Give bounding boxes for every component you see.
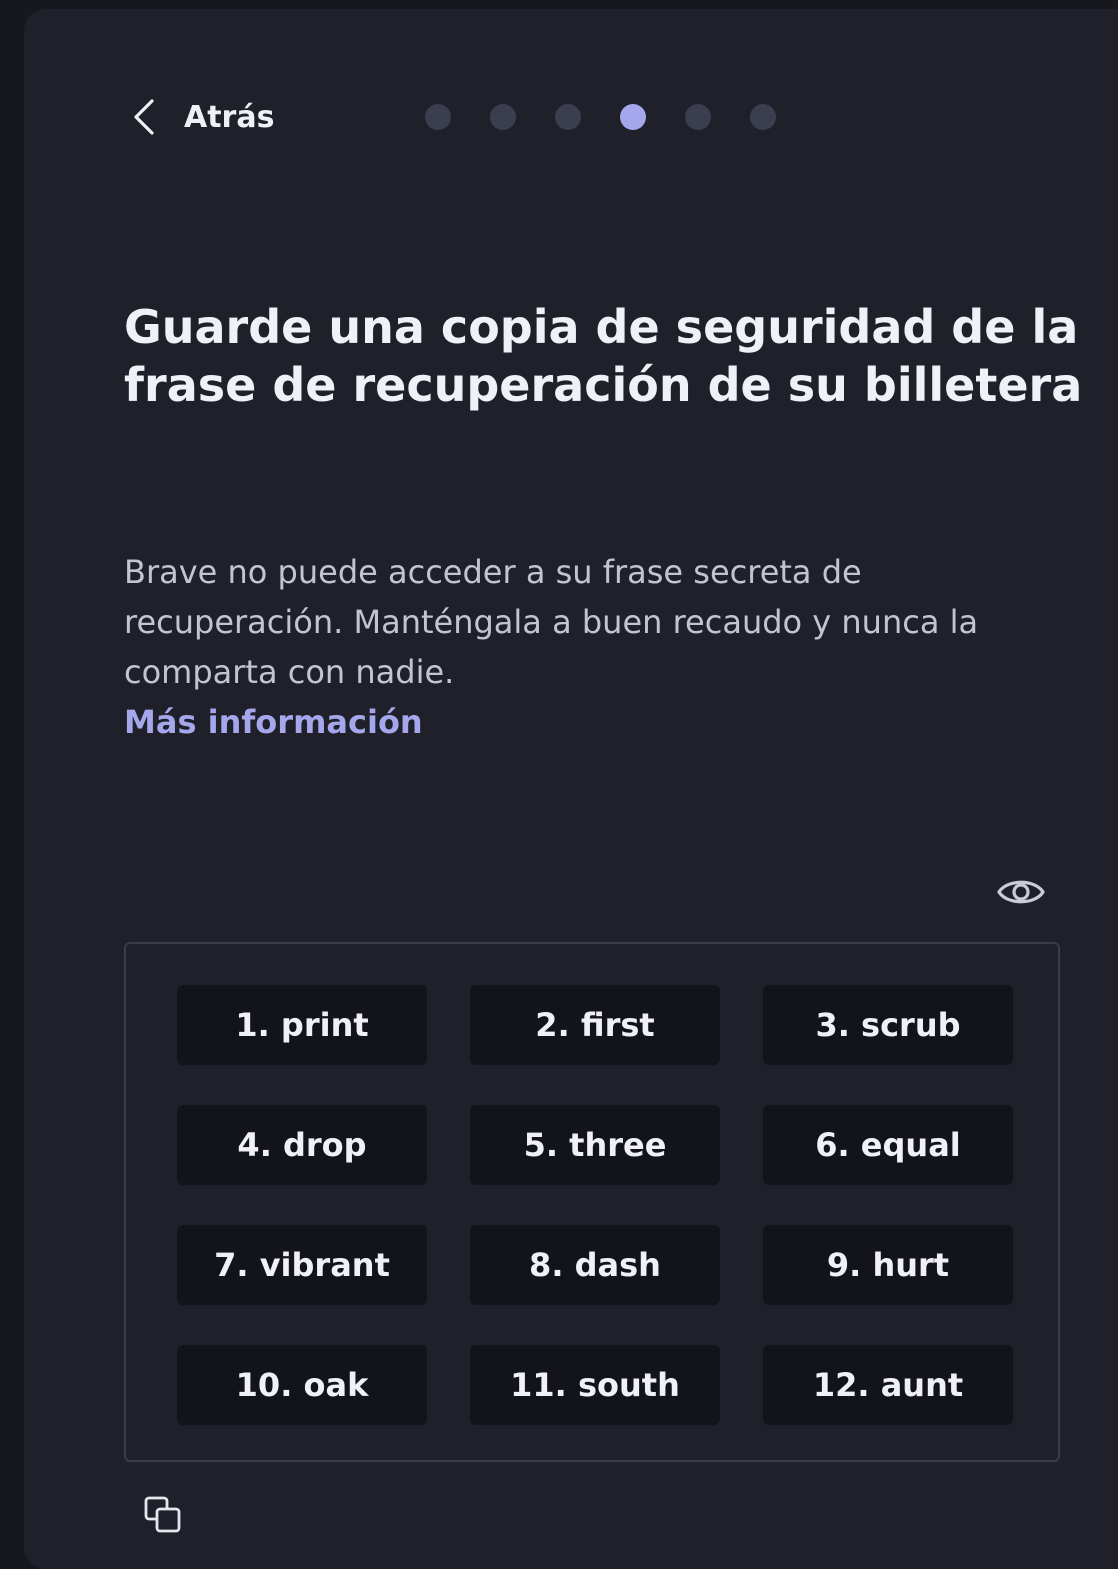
phrase-word-2: 2. first	[470, 985, 720, 1065]
step-dot-2	[490, 104, 516, 130]
step-dot-3	[555, 104, 581, 130]
phrase-word-8: 8. dash	[470, 1225, 720, 1305]
step-dot-4-active	[620, 104, 646, 130]
eye-icon[interactable]	[996, 870, 1046, 914]
phrase-word-5: 5. three	[470, 1105, 720, 1185]
phrase-word-1: 1. print	[177, 985, 427, 1065]
phrase-word-12: 12. aunt	[763, 1345, 1013, 1425]
phrase-word-11: 11. south	[470, 1345, 720, 1425]
chevron-left-icon	[130, 97, 158, 137]
page-title: Guarde una copia de seguridad de la fras…	[124, 300, 1083, 412]
phrase-word-9: 9. hurt	[763, 1225, 1013, 1305]
back-label: Atrás	[184, 99, 275, 135]
phrase-word-3: 3. scrub	[763, 985, 1013, 1065]
step-dot-6	[750, 104, 776, 130]
recovery-phrase-box: 1. print 2. first 3. scrub 4. drop 5. th…	[124, 942, 1060, 1462]
step-indicator	[425, 104, 815, 130]
back-button[interactable]: Atrás	[130, 96, 274, 138]
phrase-word-10: 10. oak	[177, 1345, 427, 1425]
step-dot-5	[685, 104, 711, 130]
copy-icon[interactable]	[144, 1496, 182, 1534]
phrase-word-6: 6. equal	[763, 1105, 1013, 1185]
phrase-word-7: 7. vibrant	[177, 1225, 427, 1305]
phrase-word-4: 4. drop	[177, 1105, 427, 1185]
step-dot-1	[425, 104, 451, 130]
page-description: Brave no puede acceder a su frase secret…	[124, 553, 979, 691]
learn-more-link[interactable]: Más información	[124, 697, 423, 747]
recovery-phrase-grid: 1. print 2. first 3. scrub 4. drop 5. th…	[177, 985, 1013, 1425]
